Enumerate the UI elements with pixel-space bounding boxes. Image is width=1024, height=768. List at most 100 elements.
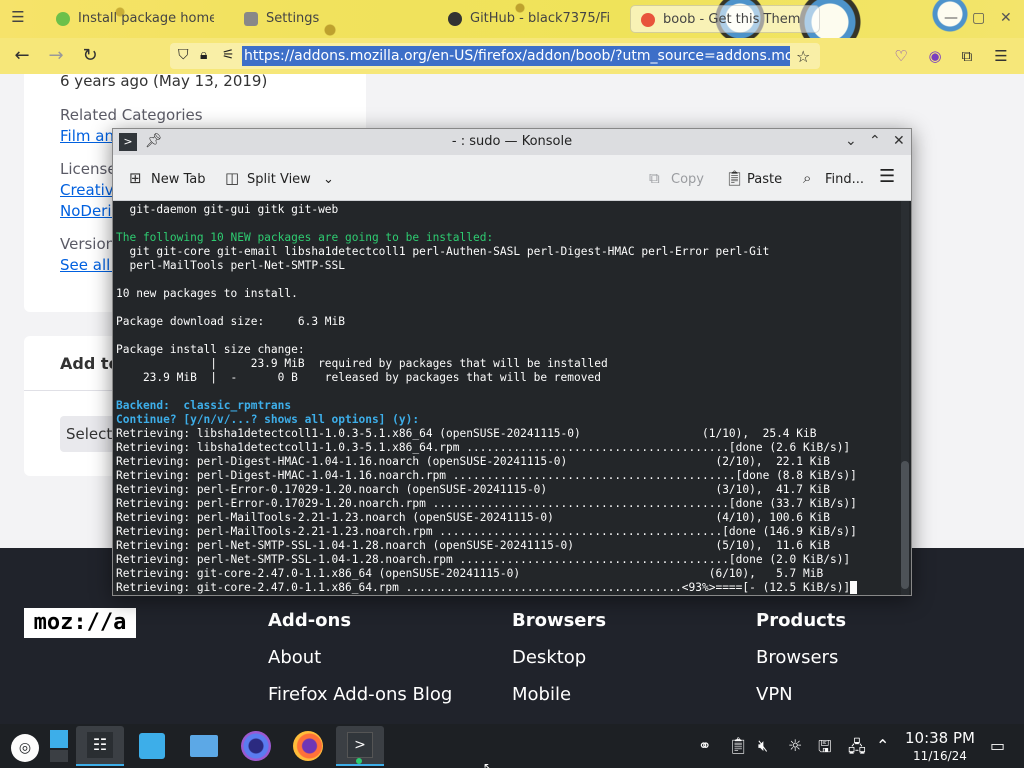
tab-label: Settings (266, 11, 320, 26)
tab-github[interactable]: GitHub - black7375/Fi (438, 5, 624, 33)
show-desktop-icon[interactable]: ▭ (990, 736, 1005, 755)
browser-tab-bar: ☰ Install package home Settings GitHub -… (0, 0, 1024, 38)
tab-list-icon[interactable]: ☰ (6, 8, 30, 30)
terminal-line: | 23.9 MiB required by packages that wil… (116, 357, 608, 370)
terminal-line: Retrieving: perl-Net-SMTP-SSL-1.04-1.28.… (116, 553, 851, 566)
copy-icon: ⧉ (649, 169, 660, 187)
taskbar-firefox[interactable] (284, 726, 332, 766)
terminal-line: Retrieving: perl-Net-SMTP-SSL-1.04-1.28.… (116, 539, 830, 552)
clock-date[interactable]: 11/16/24 (900, 749, 980, 763)
forward-arrow-icon[interactable]: → (44, 44, 68, 68)
new-tab-icon: ⊞ (129, 169, 142, 187)
taskbar-firefox-dev[interactable] (232, 726, 280, 766)
terminal-icon: > (347, 732, 373, 758)
tab-label: boob - Get this Them (663, 12, 801, 27)
chevron-down-icon[interactable]: ⌄ (845, 133, 857, 149)
github-icon (448, 12, 462, 26)
split-view-button[interactable]: ◫ Split View ⌄ (225, 169, 334, 187)
chevron-up-icon[interactable]: ⌃ (876, 736, 889, 755)
paste-button[interactable]: 📋︎ Paste (725, 169, 782, 187)
taskbar-system-settings[interactable]: ☷ (76, 726, 124, 766)
url-text[interactable]: https://addons.mozilla.org/en-US/firefox… (242, 46, 790, 66)
footer-link-blog[interactable]: Firefox Add-ons Blog (268, 684, 452, 705)
footer-link-desktop[interactable]: Desktop (512, 647, 586, 668)
volume-muted-icon[interactable]: 🔇︎ (758, 736, 768, 756)
footer-heading-browsers: Browsers (512, 610, 607, 631)
tab-settings[interactable]: Settings (234, 5, 424, 33)
maximize-icon[interactable]: ▢ (972, 10, 985, 26)
firefox-developer-icon (241, 731, 271, 761)
terminal-line: Retrieving: perl-MailTools-2.21-1.23.noa… (116, 511, 830, 524)
konsole-toolbar: ⊞ New Tab ◫ Split View ⌄ ⧉ Copy 📋︎ Paste ⌕ Fi… (113, 155, 911, 201)
disk-icon[interactable]: 🖫 (818, 736, 832, 763)
chevron-down-icon: ⌄ (322, 172, 334, 187)
back-arrow-icon[interactable]: ← (10, 44, 34, 68)
settings-gear-icon (244, 12, 258, 26)
tab-install-package[interactable]: Install package home (46, 5, 214, 33)
terminal-scrollbar[interactable] (901, 201, 909, 595)
scrollbar-thumb[interactable] (901, 461, 909, 589)
brightness-icon[interactable]: ☼ (788, 736, 802, 755)
terminal-line: git git-core git-email libsha1detectcoll… (116, 245, 770, 258)
terminal-line: Backend: classic_rpmtrans (116, 399, 292, 412)
footer-link-about[interactable]: About (268, 647, 321, 668)
copy-button[interactable]: ⧉ Copy (649, 169, 704, 187)
taskbar-file-manager[interactable] (180, 726, 228, 766)
find-button[interactable]: ⌕ Find... (803, 169, 864, 187)
chevron-up-icon[interactable]: ⌃ (869, 133, 881, 149)
tab-favicon-icon (56, 12, 70, 26)
account-icon[interactable]: ◉ (926, 47, 944, 65)
footer-link-vpn[interactable]: VPN (756, 684, 793, 705)
konsole-window[interactable]: > 📌︎ - : sudo — Konsole ⌄ ⌃ ✕ ⊞ New Tab ◫… (112, 128, 912, 596)
address-bar[interactable]: ⛉ 🔒︎ ⚟ https://addons.mozilla.org/en-US/… (170, 43, 820, 69)
terminal-line: Retrieving: perl-Error-0.17029-1.20.noar… (116, 497, 857, 510)
mouse-cursor-icon: ↖ (483, 760, 494, 768)
taskbar: ◎ ☷ > ⚭ 📋︎ 🔇︎ ☼ 🖫 🖧 ⌃ 10:38 PM 11/16/24 … (0, 724, 1024, 768)
taskbar-discover[interactable] (128, 726, 176, 766)
terminal-line: Continue? [y/n/v/...? shows all options]… (116, 413, 420, 426)
network-icon[interactable]: 🖧 (848, 736, 866, 763)
taskbar-konsole[interactable]: > (336, 726, 384, 766)
footer-link-mobile[interactable]: Mobile (512, 684, 571, 705)
lock-icon[interactable]: 🔒︎ (200, 47, 207, 63)
terminal-output[interactable]: git-daemon git-gui gitk git-web The follo… (113, 201, 901, 595)
footer-heading-products: Products (756, 610, 847, 631)
clipboard-icon[interactable]: 📋︎ (728, 736, 748, 755)
terminal-line: Retrieving: libsha1detectcoll1-1.0.3-5.1… (116, 427, 817, 440)
activity-dot (356, 758, 362, 764)
updated-date: 6 years ago (May 13, 2019) (60, 74, 268, 90)
konsole-title-bar[interactable]: > 📌︎ - : sudo — Konsole ⌄ ⌃ ✕ (113, 129, 911, 155)
mozilla-logo[interactable]: moz://a (24, 608, 136, 638)
kde-connect-icon[interactable]: ⚭ (698, 736, 711, 755)
version-label: Version (60, 235, 116, 253)
app-menu-icon[interactable]: ☰ (992, 47, 1010, 65)
terminal-line: Retrieving: git-core-2.47.0-1.1.x86_64.r… (116, 581, 901, 595)
close-icon[interactable]: ✕ (1000, 10, 1012, 26)
close-icon[interactable]: ✕ (893, 133, 905, 149)
new-tab-button[interactable]: ⊞ New Tab (129, 169, 206, 187)
bookmark-star-icon[interactable]: ☆ (796, 47, 810, 66)
folder-icon (190, 735, 218, 757)
pocket-icon[interactable]: ♡ (892, 47, 910, 65)
start-menu-button[interactable]: ◎ (2, 726, 50, 766)
footer-heading-addons: Add-ons (268, 610, 352, 631)
tab-boob-theme[interactable]: boob - Get this Them (630, 5, 820, 33)
tracking-shield-icon[interactable]: ⛉ (178, 47, 189, 63)
related-categories-label: Related Categories (60, 106, 203, 124)
desktop-pager[interactable] (46, 726, 72, 766)
extensions-icon[interactable]: ⧉ (958, 47, 976, 65)
pager-desktop-1[interactable] (50, 730, 68, 748)
hamburger-menu-icon[interactable]: ☰ (879, 166, 895, 187)
permissions-icon[interactable]: ⚟ (222, 47, 235, 63)
tab-label: Install package home (78, 11, 214, 26)
terminal-line: Retrieving: perl-Digest-HMAC-1.04-1.16.n… (116, 469, 857, 482)
reload-icon[interactable]: ↻ (78, 44, 102, 68)
add-to-heading: Add to (60, 354, 120, 373)
minimize-icon[interactable]: — (944, 10, 958, 26)
pager-desktop-2[interactable] (50, 750, 68, 762)
footer-link-browsers[interactable]: Browsers (756, 647, 838, 668)
select-label: Select (66, 425, 113, 443)
clock-time[interactable]: 10:38 PM (900, 729, 980, 747)
